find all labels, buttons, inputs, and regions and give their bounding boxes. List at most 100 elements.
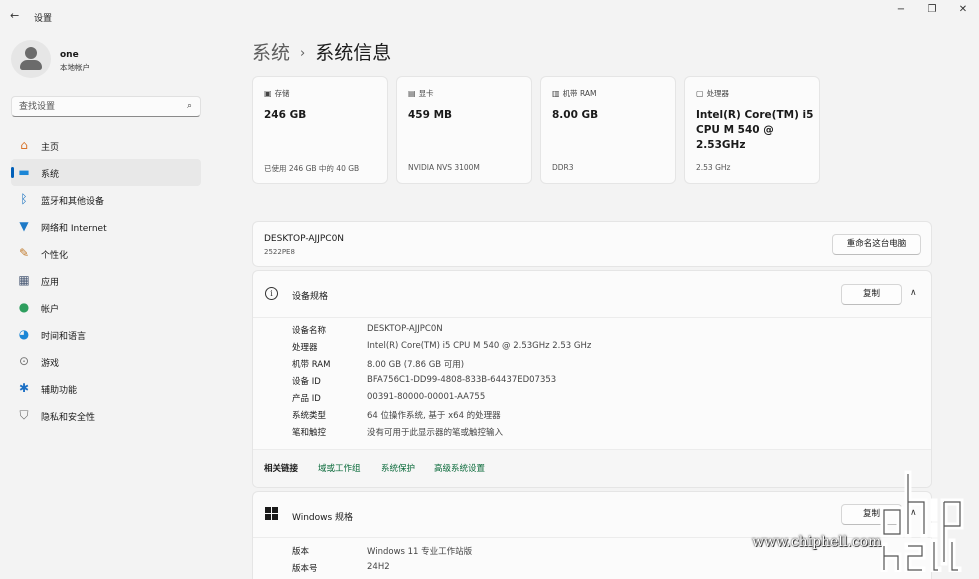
spec-value: 00391-80000-00001-AA755 xyxy=(367,392,486,402)
card-subtext: 2.53 GHz xyxy=(696,163,731,172)
gpu-card[interactable]: ▤ 显卡 459 MB NVIDIA NVS 3100M xyxy=(396,76,532,184)
sidebar-item[interactable]: ⛉ 隐私和安全性 xyxy=(11,402,201,429)
card-subtext: 已使用 246 GB 中的 40 GB xyxy=(264,164,360,173)
sidebar-item-label: 应用 xyxy=(41,278,60,288)
spec-key: 版本号 xyxy=(292,564,318,574)
spec-key: 机带 RAM xyxy=(292,360,331,370)
card-label: ▤ 显卡 xyxy=(408,88,434,99)
spec-value: 8.00 GB (7.86 GB 可用) xyxy=(367,360,465,370)
gamepad-icon: ⊙ xyxy=(18,354,30,368)
storage-icon: ▣ xyxy=(264,89,272,98)
maximize-icon[interactable]: ❐ xyxy=(920,4,944,18)
spec-value: Windows 11 专业工作站版 xyxy=(367,547,473,557)
sidebar-item[interactable]: ◕ 时间和语言 xyxy=(11,321,201,348)
cpu-card[interactable]: ▢ 处理器 Intel(R) Core(TM) i5 CPU M 540 @ 2.5… xyxy=(684,76,820,184)
card-value: Intel(R) Core(TM) i5 CPU M 540 @ 2.53GHz xyxy=(696,109,814,151)
wifi-icon: ▼ xyxy=(19,219,29,233)
related-links-bar: 相关链接 域或工作组 系统保护 高级系统设置 xyxy=(253,449,931,487)
sidebar-item-label: 游戏 xyxy=(41,359,60,369)
spec-value: 24H2 xyxy=(367,562,390,572)
bluetooth-icon: ᛒ xyxy=(20,192,28,206)
back-arrow-icon[interactable]: ← xyxy=(10,9,19,22)
person-icon: ● xyxy=(18,300,30,314)
link-domain-workgroup[interactable]: 域或工作组 xyxy=(318,462,361,474)
spec-key: 笔和触控 xyxy=(292,428,327,438)
avatar xyxy=(11,40,51,78)
device-specs-panel: i 设备规格 复制 ∧ 设备名称 DESKTOP-AJJPC0N 处理器 Intel(… xyxy=(252,270,932,488)
minimize-icon[interactable]: − xyxy=(889,4,913,18)
close-icon[interactable]: ✕ xyxy=(951,4,975,18)
ram-card[interactable]: ▥ 机带 RAM 8.00 GB DDR3 xyxy=(540,76,676,184)
sidebar-nav: ⌂ 主页 ▬ 系统 ᛒ 蓝牙和其他设备 ▼ 网络和 Internet ✎ 个性化 ▦ 应用 ● 帐户 ◕ 时间… xyxy=(11,132,201,429)
card-label: ▢ 处理器 xyxy=(696,88,729,99)
spec-key: 设备 ID xyxy=(292,377,321,387)
sidebar-item[interactable]: ✎ 个性化 xyxy=(11,240,201,267)
spec-value: BFA756C1-DD99-4808-833B-64437ED07353 xyxy=(367,375,557,385)
sidebar-item-label: 帐户 xyxy=(41,305,60,315)
sidebar-item-label: 辅助功能 xyxy=(41,386,78,396)
sidebar-item[interactable]: ⊙ 游戏 xyxy=(11,348,201,375)
card-label-text: 存储 xyxy=(274,89,290,98)
sidebar-item[interactable]: ▬ 系统 xyxy=(11,159,201,186)
sidebar-item-label: 时间和语言 xyxy=(41,332,87,342)
card-subtext: NVIDIA NVS 3100M xyxy=(408,163,480,172)
card-value: 246 GB xyxy=(264,109,307,121)
card-subtext: DDR3 xyxy=(552,163,574,172)
accessibility-icon: ✱ xyxy=(18,381,30,395)
sidebar-item[interactable]: ● 帐户 xyxy=(11,294,201,321)
brush-icon: ✎ xyxy=(18,246,30,260)
user-name: one xyxy=(60,50,79,60)
card-value: 459 MB xyxy=(408,109,453,121)
breadcrumb: 系统 › 系统信息 xyxy=(252,38,391,65)
spec-value: 没有可用于此显示器的笔或触控输入 xyxy=(367,428,504,438)
ram-icon: ▥ xyxy=(552,89,560,98)
chevron-up-icon[interactable]: ∧ xyxy=(910,288,917,298)
home-icon: ⌂ xyxy=(20,138,28,152)
link-advanced-system-settings[interactable]: 高级系统设置 xyxy=(434,462,485,474)
spec-key: 处理器 xyxy=(292,343,318,353)
info-icon: i xyxy=(265,287,278,300)
windows-specs-title[interactable]: Windows 规格 xyxy=(292,510,353,523)
globe-clock-icon: ◕ xyxy=(18,327,30,341)
breadcrumb-parent[interactable]: 系统 xyxy=(252,42,290,64)
sidebar-item-label: 蓝牙和其他设备 xyxy=(41,197,105,207)
watermark-url: www.chiphell.com xyxy=(752,534,882,550)
device-name-panel: DESKTOP-AJJPC0N 2522PE8 重命名这台电脑 xyxy=(252,221,932,267)
spec-key: 设备名称 xyxy=(292,326,327,336)
sidebar-item-label: 主页 xyxy=(41,143,60,153)
user-account-type: 本地帐户 xyxy=(60,63,90,72)
sidebar-item[interactable]: ▦ 应用 xyxy=(11,267,201,294)
search-icon[interactable]: ⌕ xyxy=(187,101,192,111)
cpu-icon: ▢ xyxy=(696,89,704,98)
apps-icon: ▦ xyxy=(18,273,30,287)
page-title: 系统信息 xyxy=(315,42,392,64)
sidebar-item[interactable]: ✱ 辅助功能 xyxy=(11,375,201,402)
storage-card[interactable]: ▣ 存储 246 GB 已使用 246 GB 中的 40 GB xyxy=(252,76,388,184)
copy-device-specs-button[interactable]: 复制 xyxy=(841,284,902,305)
sidebar-item-label: 隐私和安全性 xyxy=(41,413,96,423)
device-specs-title[interactable]: 设备规格 xyxy=(292,289,328,302)
rename-pc-button[interactable]: 重命名这台电脑 xyxy=(832,234,921,255)
avatar-head-shape xyxy=(25,47,37,59)
sidebar-item-label: 系统 xyxy=(41,170,60,180)
sidebar-item[interactable]: ▼ 网络和 Internet xyxy=(11,213,201,240)
spec-key: 版本 xyxy=(292,547,310,557)
card-value: 8.00 GB xyxy=(552,109,599,121)
spec-key: 产品 ID xyxy=(292,394,321,404)
sidebar-item[interactable]: ᛒ 蓝牙和其他设备 xyxy=(11,186,201,213)
sidebar-item-label: 网络和 Internet xyxy=(41,224,107,234)
sidebar-item[interactable]: ⌂ 主页 xyxy=(11,132,201,159)
link-system-protection[interactable]: 系统保护 xyxy=(381,462,415,474)
app-title: 设置 xyxy=(34,14,53,24)
spec-value: DESKTOP-AJJPC0N xyxy=(367,324,443,334)
card-label-text: 机带 RAM xyxy=(562,89,597,98)
monitor-icon: ▬ xyxy=(18,165,30,179)
gpu-icon: ▤ xyxy=(408,89,416,98)
divider xyxy=(253,317,931,318)
search-input[interactable] xyxy=(12,97,172,116)
card-label: ▣ 存储 xyxy=(264,88,290,99)
chiphell-watermark-logo xyxy=(880,470,964,572)
avatar-body-shape xyxy=(20,60,42,70)
spec-key: 系统类型 xyxy=(292,411,327,421)
card-label: ▥ 机带 RAM xyxy=(552,88,596,99)
